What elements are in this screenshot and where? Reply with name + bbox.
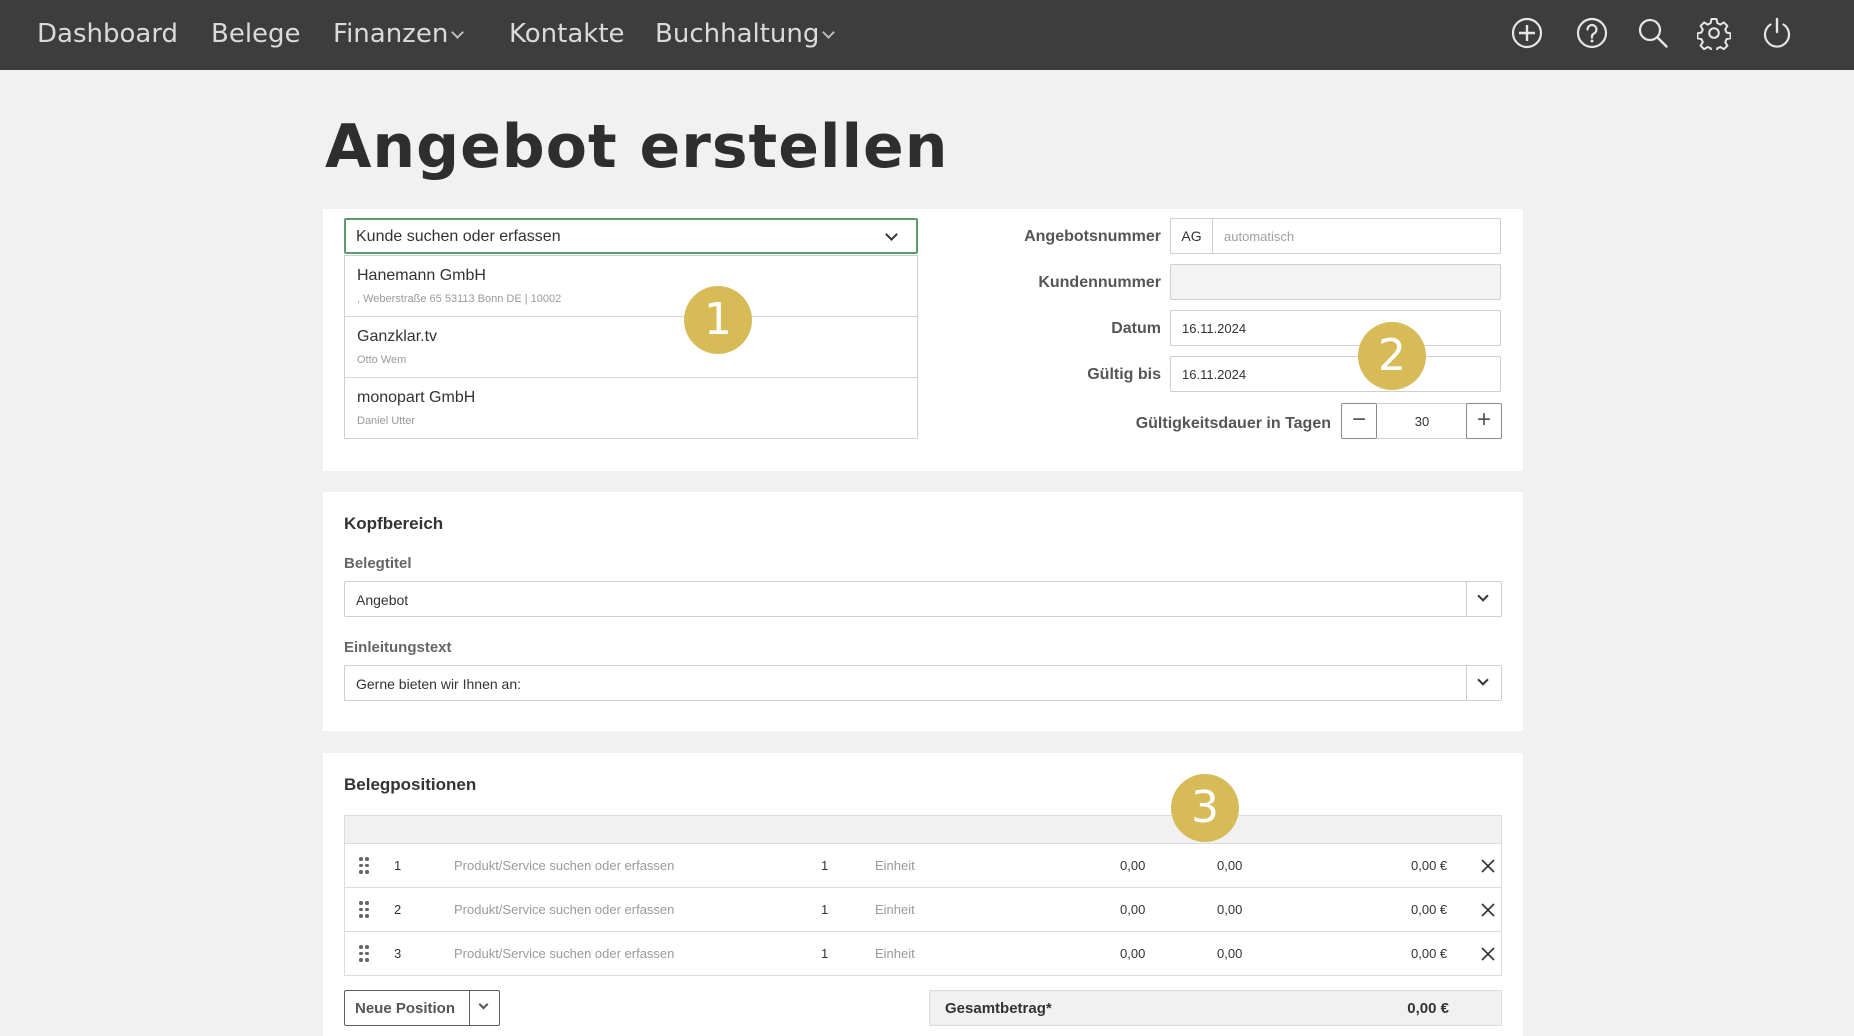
offer-number-placeholder: automatisch [1224,229,1295,244]
position-number: 3 [394,946,402,961]
minus-icon: − [1351,406,1366,433]
quantity-input[interactable]: 1 [821,902,828,917]
table-row: 2 Produkt/Service suchen oder erfassen 1… [344,888,1502,932]
chevron-down-icon [451,26,465,39]
offer-number-field[interactable]: AG automatisch [1170,218,1501,254]
unit-select[interactable]: Einheit [875,858,915,873]
top-navigation-bar: Dashboard Belege Finanzen Kontakte Buchh… [0,0,1854,70]
callout-badge: 1 [684,286,752,354]
price-input[interactable]: 0,00 [1120,946,1145,961]
section-title-kopfbereich: Kopfbereich [344,514,444,533]
positions-card: Belegpositionen 1 Produkt/Service suchen… [323,753,1523,1036]
increment-button[interactable]: + [1466,403,1502,439]
customer-search-combobox[interactable]: Kunde suchen oder erfassen [344,218,918,254]
quantity-input[interactable]: 1 [821,858,828,873]
customer-result-item[interactable]: Ganzklar.tv Otto Wem [345,317,917,378]
position-number: 2 [394,902,402,917]
chevron-down-icon [822,26,836,39]
product-search-input[interactable]: Produkt/Service suchen oder erfassen [454,858,674,873]
decrement-button[interactable]: − [1341,403,1377,439]
customer-result-item[interactable]: Hanemann GmbH , Weberstraße 65 53113 Bon… [345,256,917,317]
discount-input[interactable]: 0,00 [1217,946,1242,961]
drag-handle-icon[interactable] [359,945,371,962]
customer-search-text: Kunde suchen oder erfassen [356,228,561,245]
offer-number-prefix: AG [1171,219,1213,253]
date-field[interactable]: 16.11.2024 [1170,310,1501,346]
chevron-down-icon [1477,590,1489,602]
validity-days-label: Gültigkeitsdauer in Tagen [1135,415,1331,432]
nav-item-belege[interactable]: Belege [211,19,301,49]
position-total: 0,00 € [1411,902,1448,917]
table-row: 1 Produkt/Service suchen oder erfassen 1… [344,844,1502,888]
chevron-down-icon[interactable] [885,228,898,241]
position-number: 1 [394,858,402,873]
intro-text-select[interactable]: Gerne bieten wir Ihnen an: [344,665,1502,701]
nav-item-buchhaltung[interactable]: Buchhaltung [655,19,836,49]
product-search-input[interactable]: Produkt/Service suchen oder erfassen [454,946,674,961]
doc-title-label: Belegtitel [344,555,412,572]
header-section-card: Kopfbereich Belegtitel Angebot Einleitun… [323,492,1523,731]
chevron-down-icon [478,999,489,1010]
valid-until-field[interactable]: 16.11.2024 [1170,356,1501,392]
discount-input[interactable]: 0,00 [1217,858,1242,873]
drag-handle-icon[interactable] [359,857,371,874]
search-icon[interactable] [1636,16,1670,50]
chevron-down-icon [1477,674,1489,686]
total-label: Gesamtbetrag* [945,1000,1052,1017]
offer-number-label: Angebotsnummer [1024,228,1161,245]
help-circle-icon[interactable] [1575,16,1609,50]
discount-input[interactable]: 0,00 [1217,902,1242,917]
positions-table-header [344,815,1502,844]
plus-icon: + [1476,406,1491,433]
unit-select[interactable]: Einheit [875,902,915,917]
customer-results-dropdown: Hanemann GmbH , Weberstraße 65 53113 Bon… [344,255,918,439]
quantity-input[interactable]: 1 [821,946,828,961]
customer-and-meta-card: Kunde suchen oder erfassen Hanemann GmbH… [323,209,1523,471]
validity-days-input[interactable]: 30 [1377,403,1467,439]
drag-handle-icon[interactable] [359,901,371,918]
customer-number-field[interactable] [1170,264,1501,300]
new-position-menu-toggle[interactable] [469,991,499,1025]
total-value: 0,00 € [1407,1000,1449,1017]
nav-item-kontakte[interactable]: Kontakte [509,19,625,49]
close-icon[interactable] [1480,902,1496,918]
product-search-input[interactable]: Produkt/Service suchen oder erfassen [454,902,674,917]
callout-badge: 2 [1358,322,1426,390]
gear-icon[interactable] [1697,16,1731,50]
doc-title-select[interactable]: Angebot [344,581,1502,617]
page-title: Angebot erstellen [325,112,949,182]
unit-select[interactable]: Einheit [875,946,915,961]
select-toggle[interactable] [1466,666,1501,700]
new-position-split-button: Neue Position [344,990,500,1026]
valid-until-label: Gültig bis [1087,366,1161,383]
customer-result-item[interactable]: monopart GmbH Daniel Utter [345,378,917,439]
total-amount-bar: Gesamtbetrag* 0,00 € [929,990,1502,1026]
section-title-belegpositionen: Belegpositionen [344,775,477,794]
date-label: Datum [1111,320,1161,337]
select-toggle[interactable] [1466,582,1501,616]
callout-badge: 3 [1171,774,1239,842]
plus-circle-icon[interactable] [1510,16,1544,50]
position-total: 0,00 € [1411,946,1448,961]
power-icon[interactable] [1760,16,1794,50]
nav-item-finanzen[interactable]: Finanzen [333,19,465,49]
table-row: 3 Produkt/Service suchen oder erfassen 1… [344,932,1502,976]
customer-number-label: Kundennummer [1038,274,1161,291]
close-icon[interactable] [1480,946,1496,962]
close-icon[interactable] [1480,858,1496,874]
position-total: 0,00 € [1411,858,1448,873]
price-input[interactable]: 0,00 [1120,858,1145,873]
intro-text-label: Einleitungstext [344,639,452,656]
new-position-button[interactable]: Neue Position [355,1000,455,1017]
price-input[interactable]: 0,00 [1120,902,1145,917]
nav-item-dashboard[interactable]: Dashboard [37,19,178,49]
